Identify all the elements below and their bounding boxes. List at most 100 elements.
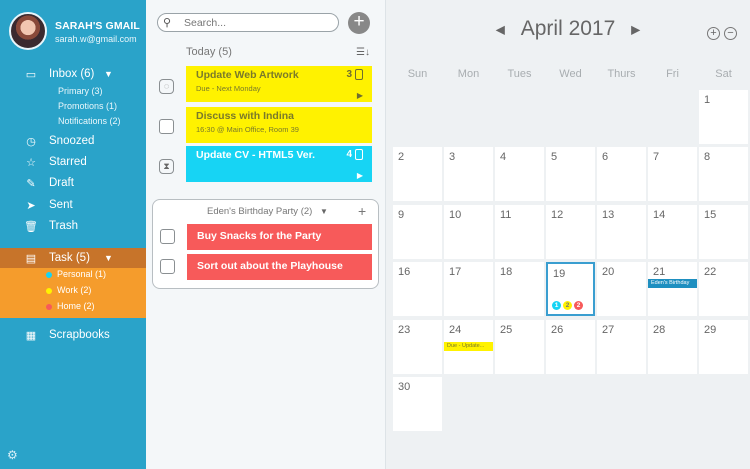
calendar-day-28[interactable]: 28 xyxy=(648,320,697,374)
task-card[interactable]: Buy Snacks for the Party xyxy=(187,224,372,250)
calendar-day-17[interactable]: 17 xyxy=(444,262,493,316)
clipboard-icon xyxy=(355,69,363,80)
sidebar-item-sent[interactable]: ➤ Sent xyxy=(0,196,146,214)
task-card[interactable]: Update Web Artwork Due - Next Monday 3 ▶ xyxy=(186,66,372,102)
task-row: ◌ Update Web Artwork Due - Next Monday 3… xyxy=(146,66,386,102)
zoom-out-icon[interactable]: − xyxy=(724,27,737,40)
calendar-day-11[interactable]: 11 xyxy=(495,205,544,259)
sidebar-item-scrapbooks[interactable]: ▦ Scrapbooks xyxy=(0,326,146,344)
clipboard-icon xyxy=(355,149,363,160)
task-checkbox[interactable] xyxy=(160,259,175,274)
zoom-in-icon[interactable]: + xyxy=(707,27,720,40)
day-number: 30 xyxy=(398,381,411,393)
calendar-event[interactable]: Eden's Birthday xyxy=(648,279,697,288)
sidebar-item-draft[interactable]: ✎ Draft xyxy=(0,174,146,192)
calendar-day-1[interactable]: 1 xyxy=(699,90,748,144)
chevron-down-icon[interactable]: ▼ xyxy=(104,69,113,79)
calendar-day-27[interactable]: 27 xyxy=(597,320,646,374)
chevron-right-icon[interactable]: ▶ xyxy=(631,22,640,36)
calendar-day-23[interactable]: 23 xyxy=(393,320,442,374)
calendar-day-7[interactable]: 7 xyxy=(648,147,697,201)
calendar-day-29[interactable]: 29 xyxy=(699,320,748,374)
calendar-day-26[interactable]: 26 xyxy=(546,320,595,374)
day-number: 7 xyxy=(653,151,660,163)
task-title: Discuss with Indina xyxy=(196,110,295,122)
calendar-day-19[interactable]: 19 1 2 2 xyxy=(546,262,595,316)
sidebar-item-label: Starred xyxy=(49,156,87,168)
calendar-day-22[interactable]: 22 xyxy=(699,262,748,316)
trash-icon: 🗑 xyxy=(24,220,38,233)
hourglass-icon[interactable]: ⧗ xyxy=(159,159,174,174)
count-badge[interactable]: 2 xyxy=(574,301,583,310)
calendar-day-9[interactable]: 9 xyxy=(393,205,442,259)
calendar-day-6[interactable]: 6 xyxy=(597,147,646,201)
calendar-day-3[interactable]: 3 xyxy=(444,147,493,201)
calendar-day-30[interactable]: 30 xyxy=(393,377,442,431)
avatar[interactable] xyxy=(9,12,47,50)
calendar-day-8[interactable]: 8 xyxy=(699,147,748,201)
task-card[interactable]: Sort out about the Playhouse xyxy=(187,254,372,280)
sidebar-subitem-promotions[interactable]: Promotions (1) xyxy=(58,101,117,111)
today-header: Today (5) xyxy=(186,46,232,58)
calendar-day-2[interactable]: 2 xyxy=(393,147,442,201)
pencil-icon: ✎ xyxy=(26,177,36,190)
chevron-left-icon[interactable]: ◀ xyxy=(496,22,505,36)
tag-home[interactable]: Home (2) xyxy=(46,301,95,311)
add-icon[interactable]: + xyxy=(358,203,366,219)
day-number: 29 xyxy=(704,324,717,336)
calendar-day-18[interactable]: 18 xyxy=(495,262,544,316)
task-checkbox[interactable] xyxy=(160,229,175,244)
sidebar-item-label: Task (5) xyxy=(49,252,90,264)
calendar-day-25[interactable]: 25 xyxy=(495,320,544,374)
day-number: 3 xyxy=(449,151,456,163)
calendar-day-16[interactable]: 16 xyxy=(393,262,442,316)
calendar-day-15[interactable]: 15 xyxy=(699,205,748,259)
profile-name: SARAH'S GMAIL xyxy=(55,20,140,32)
chevron-down-icon[interactable]: ▼ xyxy=(104,253,113,263)
play-icon[interactable]: ▶ xyxy=(357,171,363,180)
day-number: 5 xyxy=(551,151,558,163)
task-badges: 122 xyxy=(552,301,583,310)
day-number: 22 xyxy=(704,266,717,278)
calendar-day-13[interactable]: 13 xyxy=(597,205,646,259)
calendar-day-20[interactable]: 20 xyxy=(597,262,646,316)
calendar-day-10[interactable]: 10 xyxy=(444,205,493,259)
play-icon[interactable]: ▶ xyxy=(357,91,363,100)
calendar-day-4[interactable]: 4 xyxy=(495,147,544,201)
count-badge[interactable]: 1 xyxy=(552,301,561,310)
add-task-button[interactable]: + xyxy=(348,12,370,34)
tag-work[interactable]: Work (2) xyxy=(46,285,91,295)
dashed-circle-icon[interactable]: ◌ xyxy=(159,79,174,94)
task-list-panel: ⚲ + Today (5) ☰↓ ◌ Update Web Artwork Du… xyxy=(146,0,386,469)
search-box[interactable]: ⚲ xyxy=(157,13,339,32)
calendar-day-24[interactable]: 24 Due - Update... xyxy=(444,320,493,374)
task-group: Eden's Birthday Party (2) ▼ + Buy Snacks… xyxy=(152,199,379,289)
sidebar-subitem-primary[interactable]: Primary (3) xyxy=(58,86,103,96)
sidebar-item-trash[interactable]: 🗑 Trash xyxy=(0,217,146,235)
profile[interactable]: SARAH'S GMAIL sarah.w@gmail.com xyxy=(9,12,144,52)
search-icon: ⚲ xyxy=(163,17,172,29)
tag-personal[interactable]: Personal (1) xyxy=(46,269,106,279)
tag-label: Work (2) xyxy=(57,285,92,295)
search-input[interactable] xyxy=(184,16,334,30)
task-card[interactable]: Discuss with Indina 16:30 @ Main Office,… xyxy=(186,107,372,143)
chevron-down-icon[interactable]: ▼ xyxy=(320,207,328,216)
gear-icon[interactable]: ⚙ xyxy=(7,448,21,462)
calendar-event[interactable]: Due - Update... xyxy=(444,342,493,351)
sidebar-item-inbox[interactable]: ▭ Inbox (6) ▼ xyxy=(0,65,146,83)
calendar-day-21[interactable]: 21 Eden's Birthday xyxy=(648,262,697,316)
task-card[interactable]: Update CV - HTML5 Ver. 4 ▶ xyxy=(186,146,372,182)
group-title: Eden's Birthday Party (2) xyxy=(207,206,313,217)
count-badge[interactable]: 2 xyxy=(563,301,572,310)
calendar-day-14[interactable]: 14 xyxy=(648,205,697,259)
calendar-day-12[interactable]: 12 xyxy=(546,205,595,259)
sidebar-item-task[interactable]: ▤ Task (5) ▼ xyxy=(0,249,146,267)
sidebar-item-snoozed[interactable]: ◷ Snoozed xyxy=(0,132,146,150)
calendar-day-5[interactable]: 5 xyxy=(546,147,595,201)
sort-icon[interactable]: ☰↓ xyxy=(356,47,370,58)
clock-icon: ◷ xyxy=(26,135,36,148)
task-checkbox[interactable] xyxy=(159,119,174,134)
sidebar-subitem-notifications[interactable]: Notifications (2) xyxy=(58,116,121,126)
sidebar-item-starred[interactable]: ☆ Starred xyxy=(0,153,146,171)
month-title: April 2017 xyxy=(520,17,616,40)
